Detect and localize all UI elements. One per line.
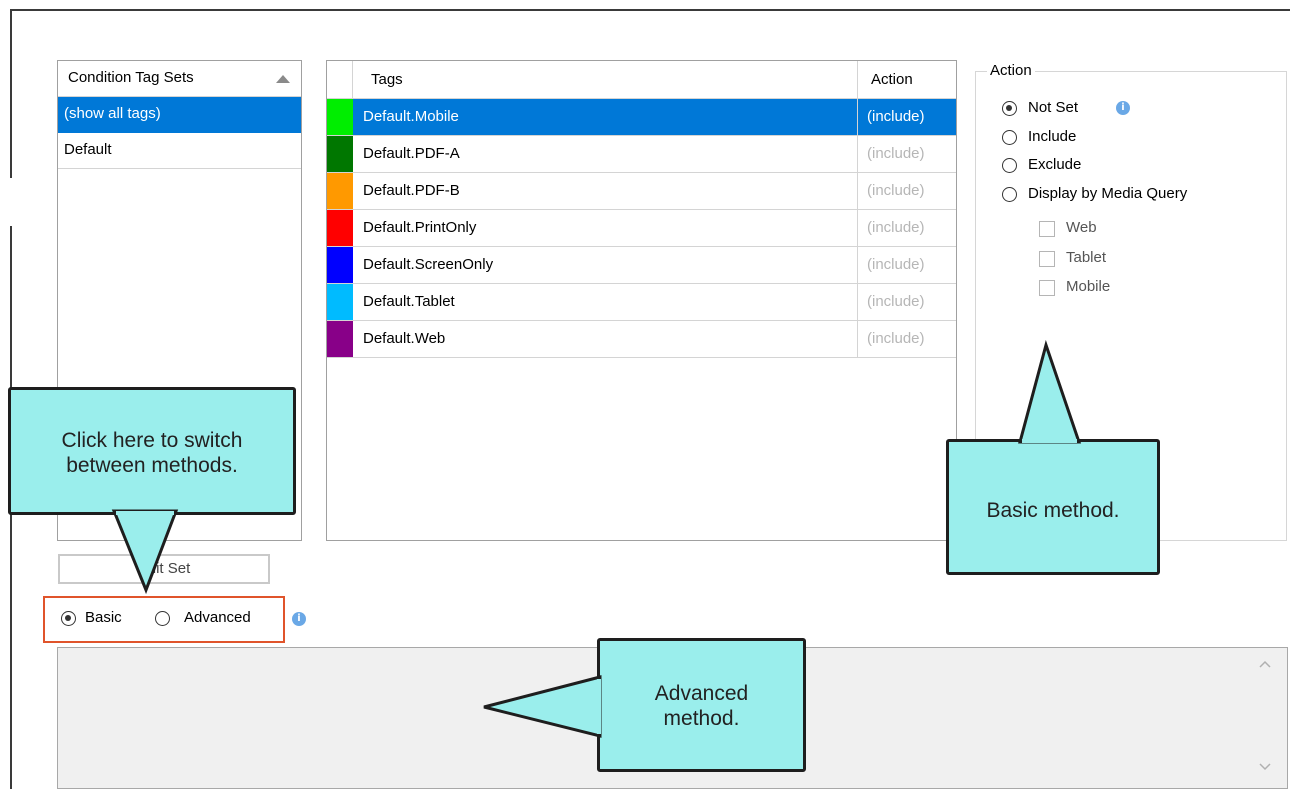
- set-item-label: (show all tags): [64, 105, 161, 122]
- tag-action-cell[interactable]: (include): [867, 99, 925, 135]
- tag-name: Default.PDF-B: [363, 182, 460, 199]
- tag-color-swatch: [327, 321, 353, 357]
- tag-action-cell[interactable]: (include): [867, 247, 925, 283]
- action-column-header[interactable]: Action: [871, 71, 913, 88]
- callout-text-line: Advanced: [654, 682, 749, 705]
- action-group-legend: Action: [987, 62, 1035, 79]
- set-item-default[interactable]: Default: [58, 133, 301, 169]
- action-cell-divider: [857, 136, 858, 172]
- scroll-up-icon[interactable]: [1258, 659, 1272, 669]
- tag-color-swatch: [327, 210, 353, 246]
- action-cell-divider: [857, 247, 858, 283]
- tag-name: Default.Mobile: [363, 108, 459, 125]
- tag-name: Default.Tablet: [363, 293, 455, 310]
- mobile-checkbox-label: Mobile: [1066, 278, 1111, 295]
- switch-methods-callout: Click here to switch between methods.: [8, 387, 296, 515]
- advanced-method-callout: Advanced method.: [597, 638, 806, 772]
- set-item-show-all[interactable]: (show all tags): [58, 97, 301, 133]
- tag-row[interactable]: Default.PDF-B (include): [327, 173, 956, 210]
- set-item-label: Default: [64, 141, 112, 158]
- advanced-label: Advanced: [184, 609, 251, 626]
- tag-name: Default.PDF-A: [363, 145, 460, 162]
- action-cell-divider: [857, 321, 858, 357]
- info-icon[interactable]: i: [1116, 101, 1130, 115]
- tag-action-cell[interactable]: (include): [867, 321, 925, 357]
- tag-color-swatch: [327, 284, 353, 320]
- tag-name: Default.ScreenOnly: [363, 256, 494, 273]
- media-query-label: Display by Media Query: [1028, 185, 1188, 202]
- sets-column-header[interactable]: Condition Tag Sets: [58, 61, 301, 97]
- basic-method-callout: Basic method.: [946, 439, 1160, 575]
- tags-column-header[interactable]: Tags: [371, 71, 403, 88]
- tag-row[interactable]: Default.Tablet (include): [327, 284, 956, 321]
- action-cell-divider: [857, 210, 858, 246]
- tag-row[interactable]: Default.ScreenOnly (include): [327, 247, 956, 284]
- window-border-gap: [10, 178, 12, 226]
- tag-color-swatch: [327, 136, 353, 172]
- action-cell-divider: [857, 99, 858, 135]
- exclude-radio[interactable]: [1002, 158, 1017, 173]
- web-checkbox-label: Web: [1066, 219, 1097, 236]
- tag-row[interactable]: Default.Mobile (include): [327, 99, 956, 136]
- tag-action-cell[interactable]: (include): [867, 284, 925, 320]
- callout-text-line: between methods.: [66, 454, 238, 477]
- include-label: Include: [1028, 128, 1077, 145]
- tags-grid-header: Tags Action: [327, 61, 956, 99]
- edit-set-button[interactable]: Edit Set: [58, 554, 270, 584]
- tag-row[interactable]: Default.PrintOnly (include): [327, 210, 956, 247]
- tag-action-cell[interactable]: (include): [867, 210, 925, 246]
- basic-label: Basic: [85, 609, 122, 626]
- sort-ascending-icon: [276, 75, 290, 83]
- sets-header-label: Condition Tag Sets: [68, 69, 194, 86]
- tags-grid: Tags Action Default.Mobile (include) Defau…: [326, 60, 957, 541]
- include-radio[interactable]: [1002, 130, 1017, 145]
- basic-radio[interactable]: [61, 611, 76, 626]
- callout-text-line: method.: [663, 707, 740, 730]
- tablet-checkbox-label: Tablet: [1066, 249, 1107, 266]
- tag-row[interactable]: Default.PDF-A (include): [327, 136, 956, 173]
- not-set-label: Not Set: [1028, 99, 1079, 116]
- window-top-border: [10, 9, 1290, 11]
- callout-text-line: Click here to switch: [61, 429, 243, 452]
- action-cell-divider: [857, 173, 858, 209]
- action-cell-divider: [857, 284, 858, 320]
- mobile-checkbox[interactable]: [1039, 280, 1055, 296]
- tag-name: Default.Web: [363, 330, 446, 347]
- tag-color-swatch: [327, 247, 353, 283]
- advanced-radio[interactable]: [155, 611, 170, 626]
- tag-color-swatch: [327, 173, 353, 209]
- info-icon[interactable]: i: [292, 612, 306, 626]
- tablet-checkbox[interactable]: [1039, 251, 1055, 267]
- tag-action-cell[interactable]: (include): [867, 136, 925, 172]
- callout-text-line: Basic method.: [986, 499, 1120, 522]
- tag-row[interactable]: Default.Web (include): [327, 321, 956, 358]
- tag-color-swatch: [327, 99, 353, 135]
- exclude-label: Exclude: [1028, 156, 1082, 173]
- media-query-radio[interactable]: [1002, 187, 1017, 202]
- tag-name: Default.PrintOnly: [363, 219, 477, 236]
- scroll-down-icon[interactable]: [1258, 762, 1272, 772]
- web-checkbox[interactable]: [1039, 221, 1055, 237]
- not-set-radio[interactable]: [1002, 101, 1017, 116]
- tag-action-cell[interactable]: (include): [867, 173, 925, 209]
- color-column-header: [327, 61, 353, 99]
